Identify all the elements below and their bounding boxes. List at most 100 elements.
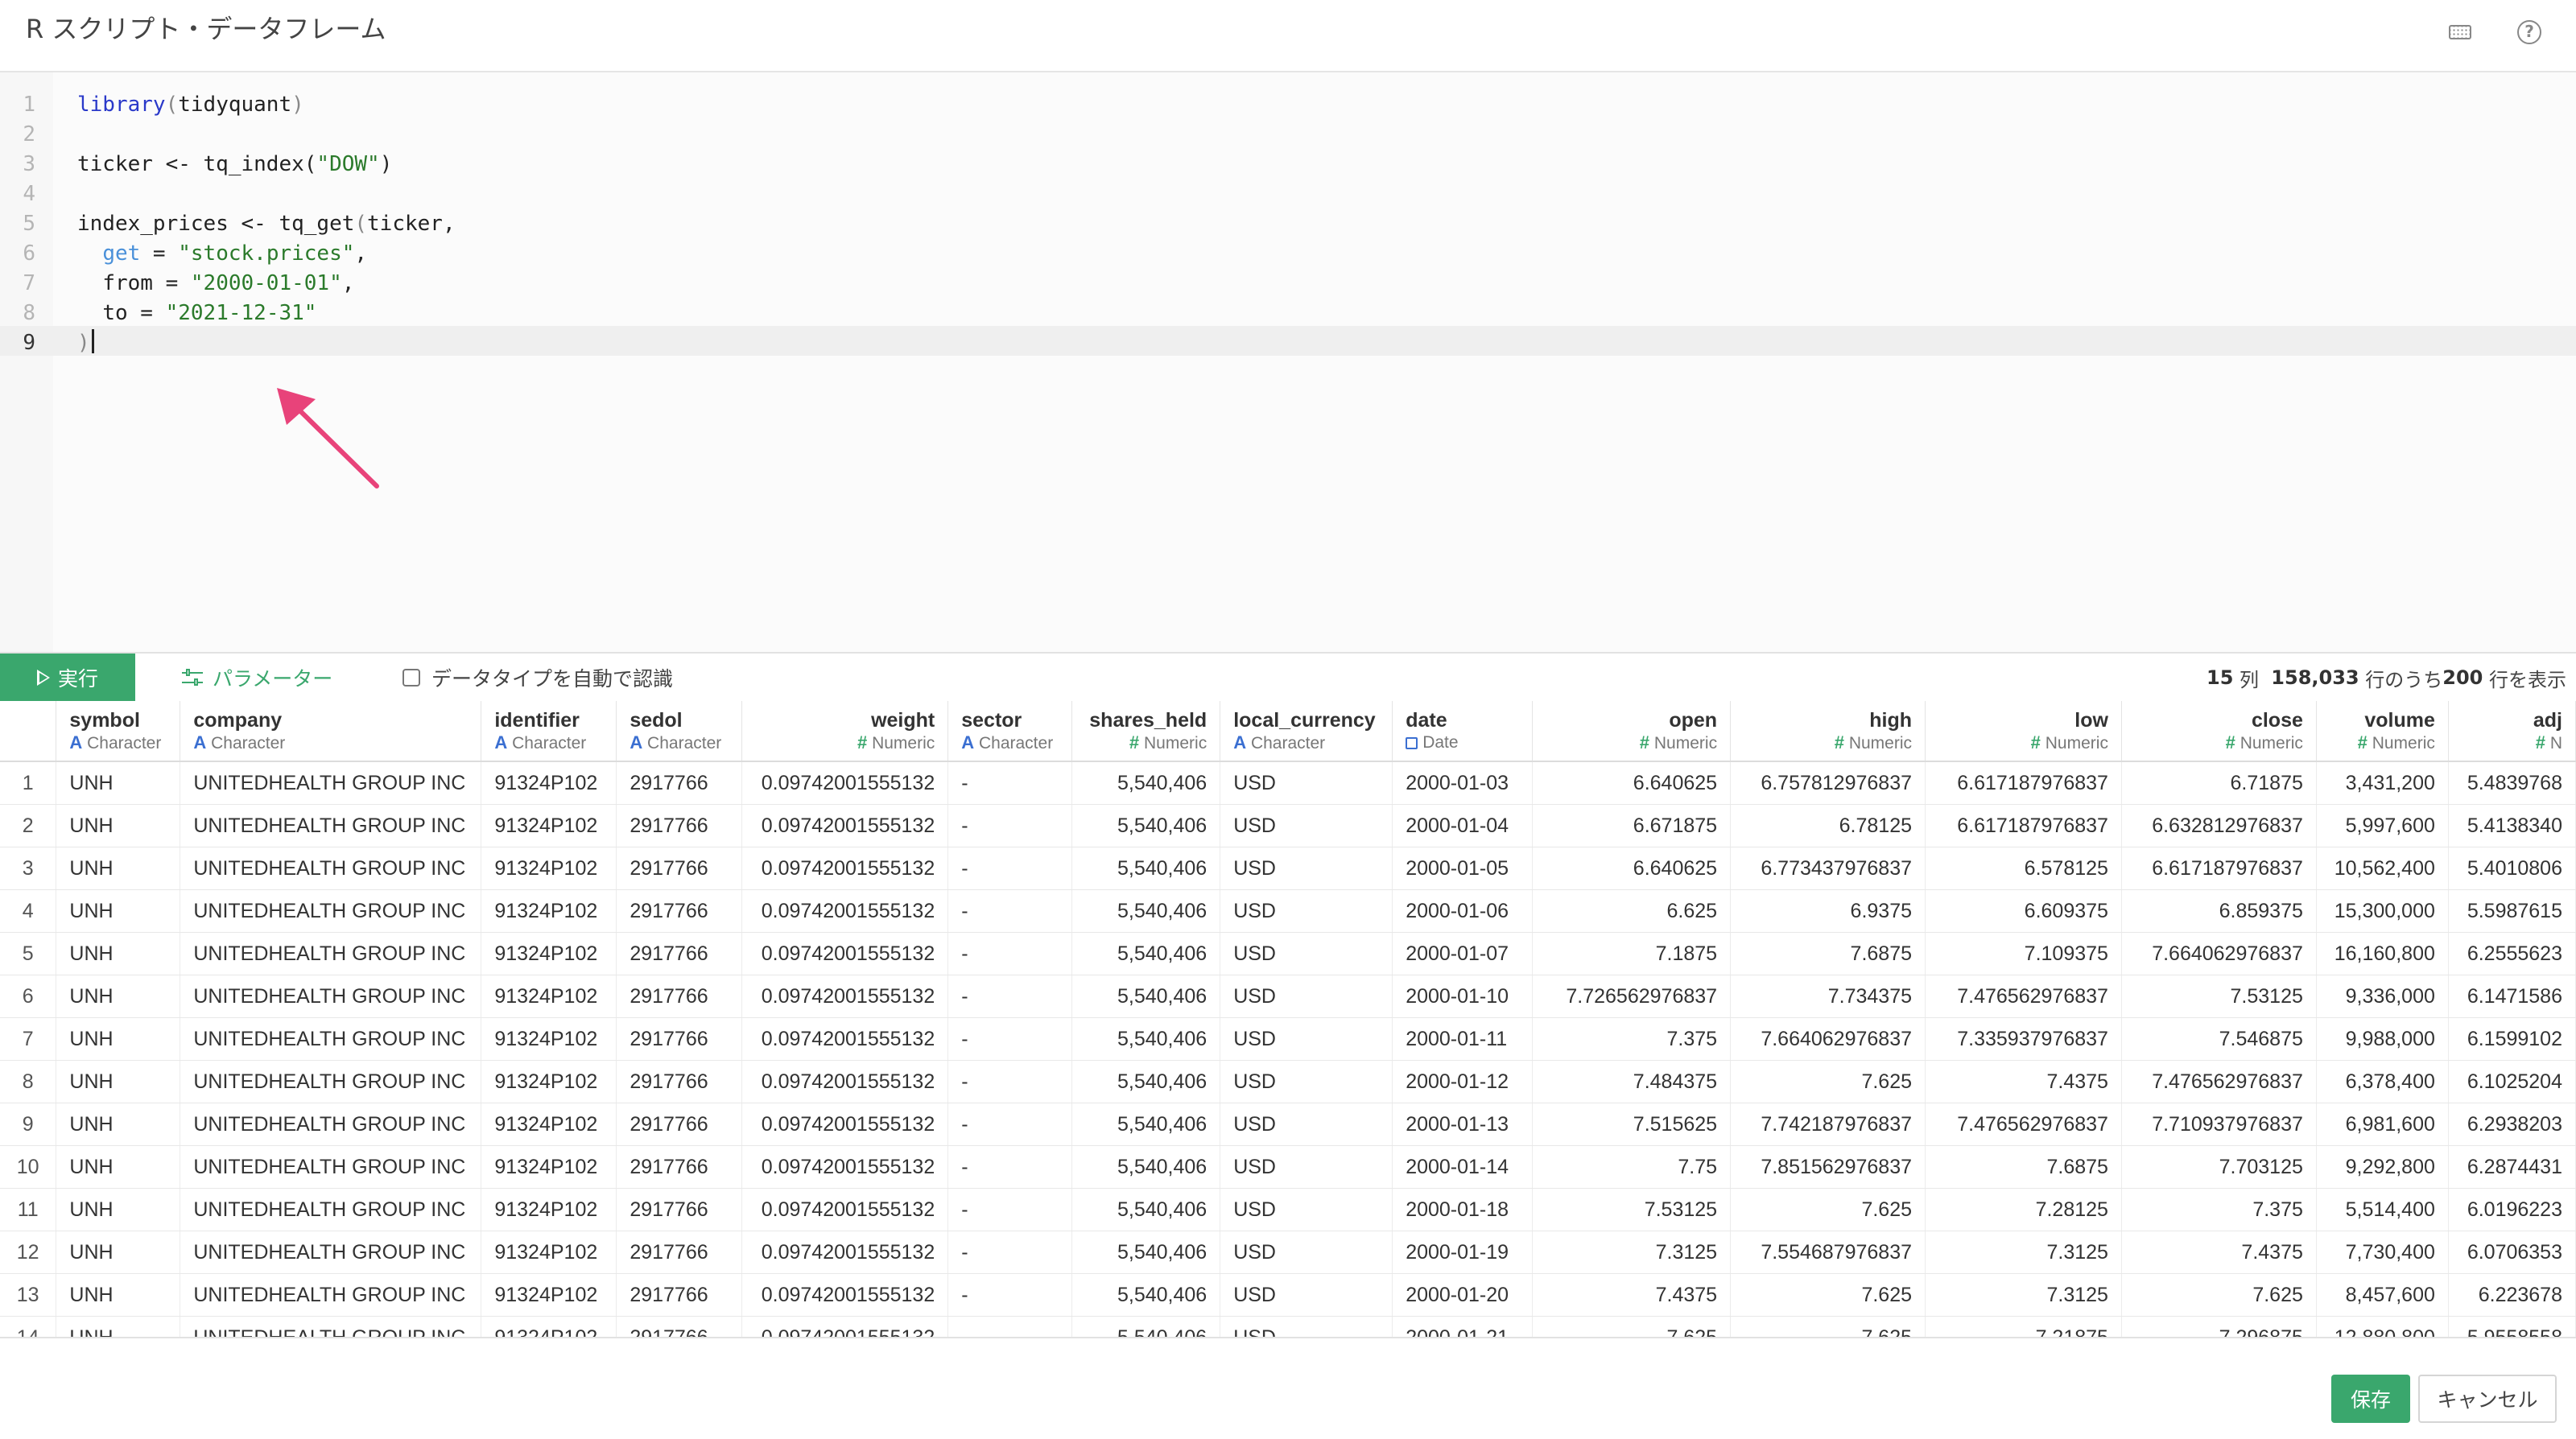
table-cell[interactable]: USD — [1220, 1273, 1393, 1317]
table-cell[interactable]: 7.625 — [1730, 1060, 1926, 1103]
column-header-identifier[interactable]: identifier A Character — [481, 701, 617, 762]
table-cell[interactable]: 9,988,000 — [2316, 1017, 2449, 1061]
column-header-low[interactable]: low # Numeric — [1925, 701, 2122, 762]
table-cell[interactable]: UNITEDHEALTH GROUP INC — [180, 1273, 482, 1317]
table-cell[interactable]: 2917766 — [616, 1188, 743, 1231]
table-cell[interactable]: 2917766 — [616, 889, 743, 933]
table-cell[interactable]: 7.546875 — [2121, 1017, 2317, 1061]
table-cell[interactable]: UNH — [56, 804, 181, 847]
table-cell[interactable]: - — [947, 1316, 1073, 1337]
table-cell[interactable]: 6.617187976837 — [1925, 761, 2122, 805]
table-cell[interactable]: 0.09742001555132 — [741, 932, 949, 975]
table-row[interactable]: 2 UNH UNITEDHEALTH GROUP INC 91324P102 29177… — [0, 804, 2576, 847]
table-cell[interactable]: USD — [1220, 1103, 1393, 1146]
table-cell[interactable]: 7.4375 — [2121, 1231, 2317, 1274]
help-icon[interactable]: ? — [2515, 18, 2544, 47]
table-cell[interactable]: 2917766 — [616, 1103, 743, 1146]
table-cell[interactable]: USD — [1220, 1188, 1393, 1231]
code-line-3[interactable]: ticker <- tq_index("DOW") — [77, 150, 392, 179]
table-cell[interactable]: 91324P102 — [481, 1273, 617, 1317]
table-cell[interactable]: 91324P102 — [481, 1316, 617, 1337]
table-cell[interactable]: UNH — [56, 1145, 181, 1189]
table-cell[interactable]: - — [947, 847, 1073, 890]
table-cell[interactable]: 5,540,406 — [1071, 1017, 1221, 1061]
column-header-shares-held[interactable]: shares_held # Numeric — [1071, 701, 1221, 762]
table-cell[interactable]: 7.375 — [2121, 1188, 2317, 1231]
table-cell[interactable]: 2917766 — [616, 1060, 743, 1103]
table-cell[interactable]: 2000-01-12 — [1392, 1060, 1534, 1103]
table-cell[interactable]: UNH — [56, 889, 181, 933]
table-cell[interactable]: 7.53125 — [1532, 1188, 1732, 1231]
table-cell[interactable]: 91324P102 — [481, 804, 617, 847]
table-cell[interactable]: 6,981,600 — [2316, 1103, 2449, 1146]
code-line-8[interactable]: to = "2021-12-31" — [77, 299, 316, 328]
table-cell[interactable]: 2000-01-20 — [1392, 1273, 1534, 1317]
column-header-sedol[interactable]: sedol A Character — [616, 701, 743, 762]
table-cell[interactable]: 0.09742001555132 — [741, 1188, 949, 1231]
table-cell[interactable]: UNH — [56, 1017, 181, 1061]
auto-detect-type-option[interactable]: データタイプを自動で認識 — [402, 654, 673, 702]
table-cell[interactable]: 7.109375 — [1925, 932, 2122, 975]
table-cell[interactable]: 5,540,406 — [1071, 1060, 1221, 1103]
table-cell[interactable]: 5,540,406 — [1071, 847, 1221, 890]
table-cell[interactable]: - — [947, 975, 1073, 1018]
table-cell[interactable]: 5,540,406 — [1071, 1103, 1221, 1146]
code-area[interactable] — [53, 72, 2576, 652]
table-row[interactable]: 14 UNH UNITEDHEALTH GROUP INC 91324P102 2917… — [0, 1316, 2576, 1337]
table-cell[interactable]: 91324P102 — [481, 1017, 617, 1061]
table-cell[interactable]: 91324P102 — [481, 847, 617, 890]
table-cell[interactable]: 0.09742001555132 — [741, 1316, 949, 1337]
table-cell[interactable]: 2917766 — [616, 847, 743, 890]
table-cell[interactable]: 6.0706353 — [2448, 1231, 2576, 1274]
table-cell[interactable]: 6.632812976837 — [2121, 804, 2317, 847]
table-cell[interactable]: 7.21875 — [1925, 1316, 2122, 1337]
table-cell[interactable]: 7.484375 — [1532, 1060, 1732, 1103]
table-cell[interactable]: - — [947, 1145, 1073, 1189]
table-cell[interactable]: UNH — [56, 932, 181, 975]
table-cell[interactable]: 5.4010806 — [2448, 847, 2576, 890]
table-cell[interactable]: 2917766 — [616, 975, 743, 1018]
table-cell[interactable]: 7.664062976837 — [1730, 1017, 1926, 1061]
table-cell[interactable]: 7.734375 — [1730, 975, 1926, 1018]
table-cell[interactable]: UNH — [56, 975, 181, 1018]
code-line-6[interactable]: get = "stock.prices", — [77, 239, 367, 269]
code-line-9[interactable]: ) — [77, 328, 94, 358]
column-header-local-currency[interactable]: local_currency A Character — [1220, 701, 1393, 762]
table-cell[interactable]: 15,300,000 — [2316, 889, 2449, 933]
table-cell[interactable]: USD — [1220, 1017, 1393, 1061]
table-cell[interactable]: UNITEDHEALTH GROUP INC — [180, 1316, 482, 1337]
table-row[interactable]: 8 UNH UNITEDHEALTH GROUP INC 91324P102 29177… — [0, 1060, 2576, 1103]
table-cell[interactable]: USD — [1220, 889, 1393, 933]
table-cell[interactable]: UNH — [56, 847, 181, 890]
table-cell[interactable]: UNH — [56, 761, 181, 805]
table-cell[interactable]: UNH — [56, 1231, 181, 1274]
table-cell[interactable]: 91324P102 — [481, 1188, 617, 1231]
table-cell[interactable]: 5,540,406 — [1071, 1273, 1221, 1317]
table-cell[interactable]: 6.617187976837 — [1925, 804, 2122, 847]
table-row[interactable]: 12 UNH UNITEDHEALTH GROUP INC 91324P102 2917… — [0, 1231, 2576, 1274]
table-cell[interactable]: 7.53125 — [2121, 975, 2317, 1018]
table-cell[interactable]: - — [947, 1188, 1073, 1231]
table-cell[interactable]: 2000-01-07 — [1392, 932, 1534, 975]
table-cell[interactable]: 0.09742001555132 — [741, 1145, 949, 1189]
table-cell[interactable]: 0.09742001555132 — [741, 1017, 949, 1061]
table-cell[interactable]: 6.578125 — [1925, 847, 2122, 890]
table-cell[interactable]: 5,514,400 — [2316, 1188, 2449, 1231]
table-cell[interactable]: 7.664062976837 — [2121, 932, 2317, 975]
table-row[interactable]: 10 UNH UNITEDHEALTH GROUP INC 91324P102 2917… — [0, 1145, 2576, 1189]
table-cell[interactable]: 2917766 — [616, 804, 743, 847]
table-cell[interactable]: 6.757812976837 — [1730, 761, 1926, 805]
table-cell[interactable]: 0.09742001555132 — [741, 761, 949, 805]
table-cell[interactable]: UNITEDHEALTH GROUP INC — [180, 1103, 482, 1146]
table-cell[interactable]: UNITEDHEALTH GROUP INC — [180, 1145, 482, 1189]
table-cell[interactable]: 2917766 — [616, 1231, 743, 1274]
table-cell[interactable]: UNITEDHEALTH GROUP INC — [180, 975, 482, 1018]
table-row[interactable]: 7 UNH UNITEDHEALTH GROUP INC 91324P102 29177… — [0, 1017, 2576, 1061]
table-cell[interactable]: 2000-01-05 — [1392, 847, 1534, 890]
table-cell[interactable]: 9,292,800 — [2316, 1145, 2449, 1189]
table-cell[interactable]: 0.09742001555132 — [741, 1231, 949, 1274]
table-cell[interactable]: - — [947, 1017, 1073, 1061]
table-cell[interactable]: UNH — [56, 1273, 181, 1317]
column-header-close[interactable]: close # Numeric — [2121, 701, 2317, 762]
table-cell[interactable]: 2000-01-18 — [1392, 1188, 1534, 1231]
